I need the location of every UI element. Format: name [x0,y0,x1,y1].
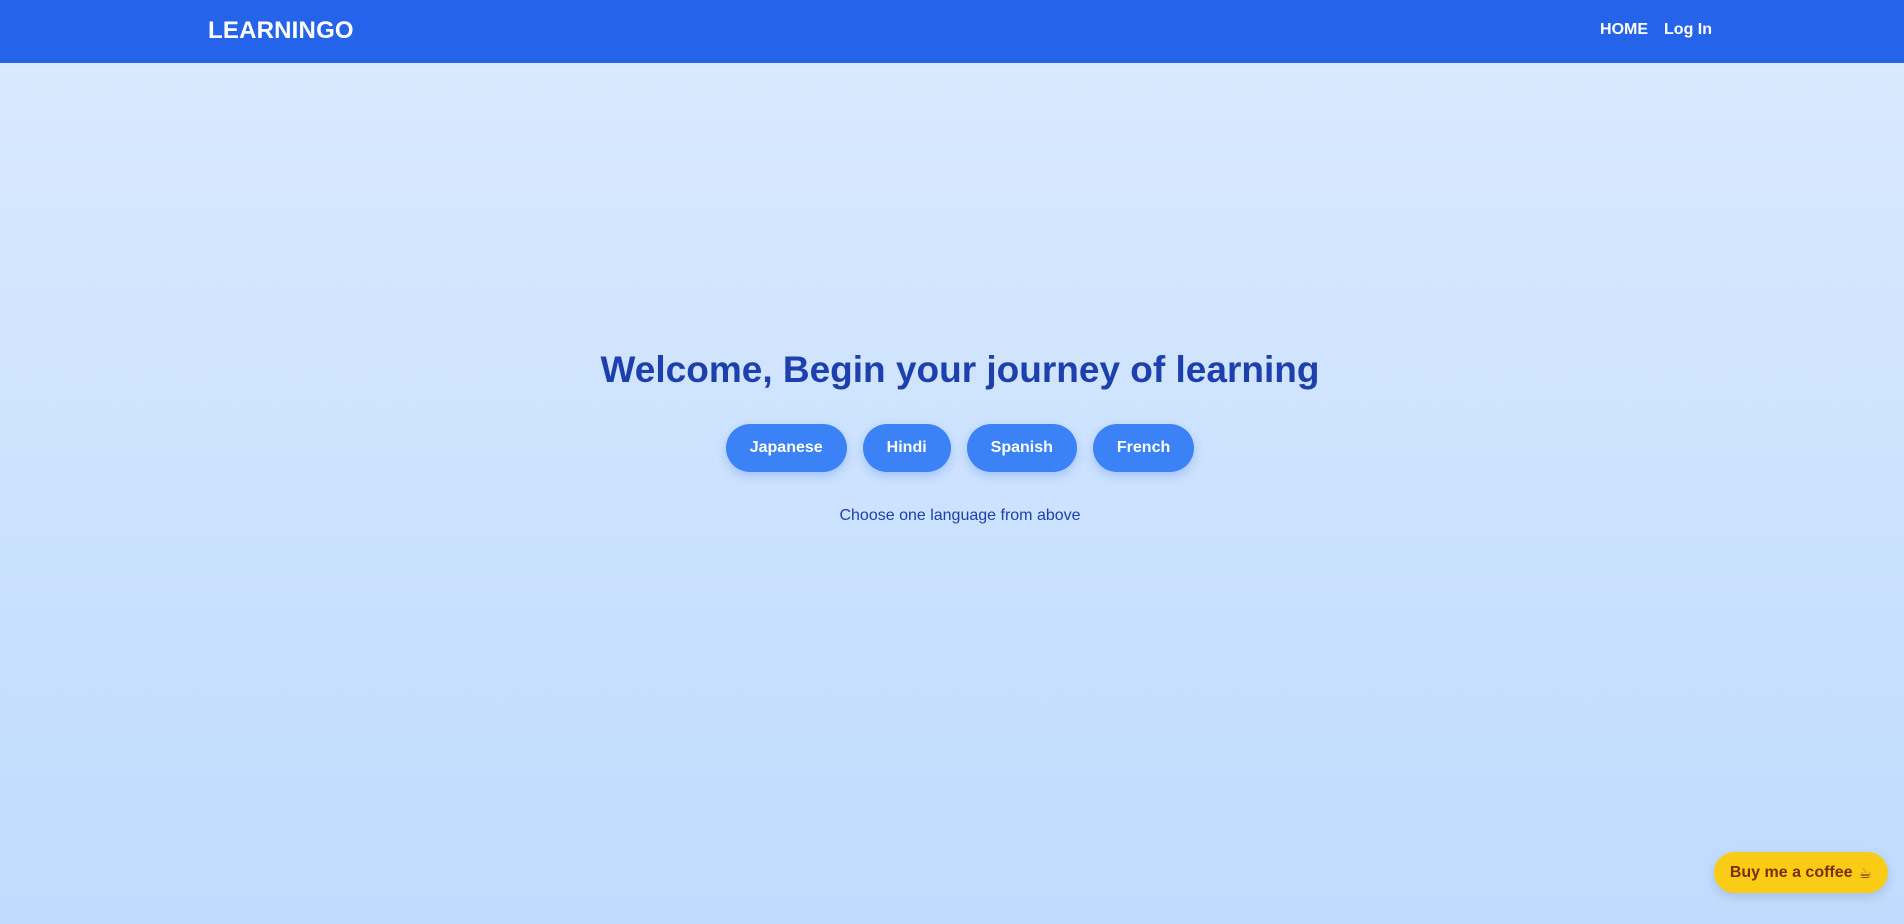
navbar: LEARNINGO HOME Log In [0,0,1904,63]
nav-link-login[interactable]: Log In [1664,21,1712,39]
coffee-cup-icon: ☕ [1858,863,1872,882]
hero-section: Welcome, Begin your journey of learning … [0,347,1904,525]
language-button-japanese[interactable]: Japanese [725,424,847,472]
language-button-spanish[interactable]: Spanish [966,424,1077,472]
language-options: Japanese Hindi Spanish French [0,424,1904,472]
language-button-hindi[interactable]: Hindi [862,424,951,472]
coffee-button-label: Buy me a coffee [1729,863,1853,881]
buy-me-a-coffee-button[interactable]: Buy me a coffee ☕ [1713,852,1888,893]
nav-link-home[interactable]: HOME [1600,21,1648,39]
nav-links: HOME Log In [1600,21,1712,39]
language-hint: Choose one language from above [839,507,1081,524]
brand-logo[interactable]: LEARNINGO [208,17,354,45]
page-title: Welcome, Begin your journey of learning [600,349,1320,390]
language-button-french[interactable]: French [1092,424,1195,472]
